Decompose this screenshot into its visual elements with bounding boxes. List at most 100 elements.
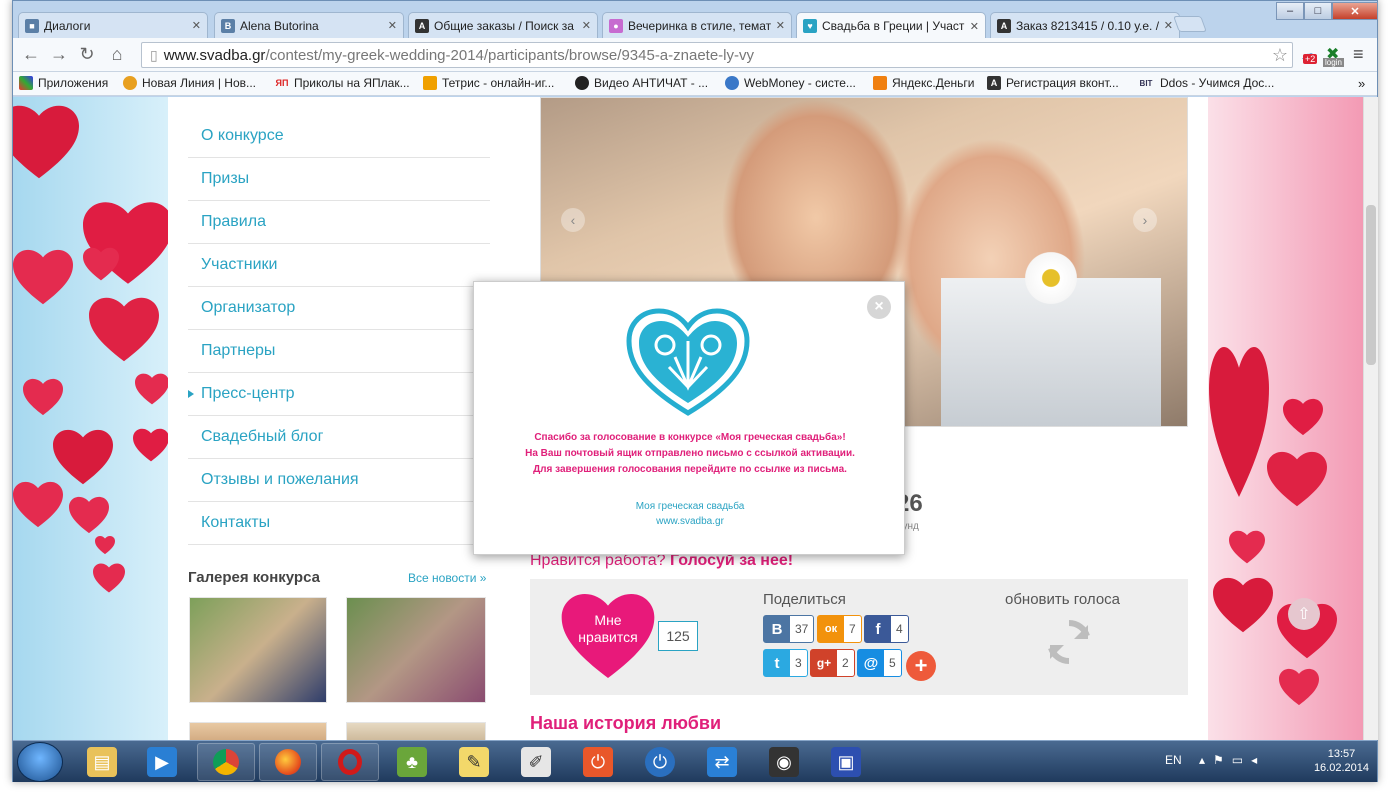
notepad-icon[interactable]: ✐ <box>521 747 551 777</box>
power-app-icon[interactable]: ⏻ <box>583 747 613 777</box>
google-plus-icon: g+ <box>811 650 837 676</box>
menu-item-contacts[interactable]: Контакты <box>188 502 490 545</box>
tab-orders[interactable]: A Общие заказы / Поиск за ✕ <box>408 12 598 38</box>
tab-svadba[interactable]: ♥ Свадьба в Греции | Участ ✕ <box>796 12 986 39</box>
a-icon: A <box>987 76 1001 90</box>
tray-icons[interactable]: ▴⚑▭◂ <box>1199 753 1265 767</box>
language-indicator[interactable]: EN <box>1165 753 1182 767</box>
modal-site-link[interactable]: Моя греческая свадьба www.svadba.gr <box>484 499 896 529</box>
menu-item-organizer[interactable]: Организатор <box>188 287 490 330</box>
gallery-thumb[interactable] <box>189 597 327 703</box>
share-mailru-button[interactable]: @5 <box>857 649 902 677</box>
refresh-votes-title: обновить голоса <box>1005 591 1121 608</box>
opera-taskbar-button[interactable] <box>321 743 379 781</box>
vk-icon: B <box>764 616 790 642</box>
share-facebook-button[interactable]: f4 <box>864 615 909 643</box>
page-scrollbar[interactable] <box>1363 97 1378 740</box>
bookmark-label: Яндекс.Деньги <box>892 76 975 90</box>
refresh-icon[interactable] <box>1044 617 1094 667</box>
menu-item-press-center[interactable]: Пресс-центр <box>188 373 490 416</box>
tab-label: Свадьба в Греции | Участ <box>822 19 965 33</box>
heart-decoration <box>1209 347 1269 497</box>
start-button[interactable] <box>17 742 63 782</box>
share-twitter-button[interactable]: t3 <box>763 649 808 677</box>
heart-decoration <box>135 372 169 406</box>
close-icon[interactable]: ✕ <box>1164 19 1173 32</box>
bookmark-star-icon[interactable]: ☆ <box>1272 45 1288 66</box>
modal-site-name[interactable]: Моя греческая свадьба <box>484 499 896 514</box>
paint-icon[interactable]: ✎ <box>459 747 489 777</box>
opera-icon <box>338 749 362 775</box>
menu-item-partners[interactable]: Партнеры <box>188 330 490 373</box>
close-window-button[interactable]: ✕ <box>1332 2 1378 20</box>
reload-button[interactable]: ↻ <box>75 44 99 65</box>
back-button[interactable]: ← <box>19 44 43 65</box>
close-icon[interactable]: ✕ <box>582 19 591 32</box>
bookmark-label: Новая Линия | Нов... <box>142 76 256 90</box>
close-icon[interactable]: ✕ <box>776 19 785 32</box>
minimize-button[interactable]: – <box>1276 2 1304 20</box>
game-icon[interactable]: ♣ <box>397 747 427 777</box>
share-google-plus-button[interactable]: g+ 2 <box>810 649 855 677</box>
bookmark-antichat[interactable]: Видео АНТИЧАТ - ... <box>575 76 708 90</box>
bookmark-novaya-liniya[interactable]: Новая Линия | Нов... <box>123 76 256 90</box>
flower-shape <box>1021 248 1081 308</box>
tab-dialogs[interactable]: ■ Диалоги ✕ <box>18 12 208 38</box>
address-bar[interactable]: ▯ www.svadba.gr/contest/my-greek-wedding… <box>141 42 1293 68</box>
share-odnoklassniki-button[interactable]: ок 7 <box>817 615 862 643</box>
nl-icon <box>123 76 137 90</box>
share-more-button[interactable]: + <box>906 651 936 681</box>
save-disk-icon[interactable]: ▣ <box>831 747 861 777</box>
bookmark-ddos[interactable]: BIT Ddos - Учимся Дос... <box>1137 76 1275 90</box>
menu-item-wedding-blog[interactable]: Свадебный блог <box>188 416 490 459</box>
menu-icon[interactable]: ≡ <box>1353 44 1364 65</box>
share-vk-button[interactable]: B 37 <box>763 615 815 643</box>
bookmarks-overflow-icon[interactable]: » <box>1358 76 1365 91</box>
apps-icon <box>19 76 33 90</box>
bookmark-webmoney[interactable]: WebMoney - систе... <box>725 76 856 90</box>
bookmark-tetris[interactable]: Тетрис - онлайн-иг... <box>423 76 554 90</box>
gallery-thumb[interactable] <box>346 722 486 740</box>
close-icon[interactable]: ✕ <box>192 19 201 32</box>
tab-alena[interactable]: B Alena Butorina ✕ <box>214 12 404 38</box>
chrome-icon <box>213 749 239 775</box>
explorer-icon[interactable]: ▤ <box>87 747 117 777</box>
firefox-taskbar-button[interactable] <box>259 743 317 781</box>
gallery-thumb[interactable] <box>189 722 327 740</box>
like-button[interactable]: Мне нравится <box>560 594 656 678</box>
bookmark-yaplakal[interactable]: ЯП Приколы на ЯПлак... <box>275 76 410 90</box>
close-icon[interactable]: ✕ <box>388 19 397 32</box>
bookmark-yandex-money[interactable]: Яндекс.Деньги <box>873 76 974 90</box>
menu-item-participants[interactable]: Участники <box>188 244 490 287</box>
maximize-button[interactable]: □ <box>1304 2 1332 20</box>
modal-site-url[interactable]: www.svadba.gr <box>484 514 896 529</box>
modal-close-button[interactable]: × <box>867 295 891 319</box>
menu-item-about[interactable]: О конкурсе <box>188 115 490 158</box>
forward-button[interactable]: → <box>47 44 71 65</box>
close-icon[interactable]: ✕ <box>970 20 979 33</box>
home-button[interactable]: ⌂ <box>105 44 129 65</box>
scrollbar-thumb[interactable] <box>1366 205 1376 365</box>
media-player-icon[interactable]: ▶ <box>147 747 177 777</box>
tab-label: Заказ 8213415 / 0.10 у.е. / <box>1016 18 1160 33</box>
menu-item-rules[interactable]: Правила <box>188 201 490 244</box>
gallery-thumb[interactable] <box>346 597 486 703</box>
sync-icon[interactable]: ⇄ <box>707 747 737 777</box>
tab-party[interactable]: ● Вечеринка в стиле, темат ✕ <box>602 12 792 38</box>
bookmark-vk-registration[interactable]: A Регистрация вконт... <box>987 76 1119 90</box>
steam-icon[interactable]: ◉ <box>769 747 799 777</box>
gallery-more-link[interactable]: Все новости » <box>408 571 486 585</box>
menu-item-prizes[interactable]: Призы <box>188 158 490 201</box>
clock[interactable]: 13:57 16.02.2014 <box>1314 747 1369 775</box>
menu-item-reviews[interactable]: Отзывы и пожелания <box>188 459 490 502</box>
scroll-to-top-button[interactable]: ⇧ <box>1288 598 1320 630</box>
chrome-taskbar-button[interactable] <box>197 743 255 781</box>
bookmark-apps[interactable]: Приложения <box>19 76 108 90</box>
shutdown-icon[interactable]: ⏻ <box>645 747 675 777</box>
photo-prev-button[interactable]: ‹ <box>561 208 585 232</box>
modal-message-line: Спасибо за голосование в конкурсе «Моя г… <box>534 432 846 443</box>
tab-order-8213415[interactable]: A Заказ 8213415 / 0.10 у.е. / ✕ <box>990 12 1180 38</box>
heart-decoration <box>1279 667 1319 707</box>
new-tab-button[interactable] <box>1173 16 1207 32</box>
photo-next-button[interactable]: › <box>1133 208 1157 232</box>
